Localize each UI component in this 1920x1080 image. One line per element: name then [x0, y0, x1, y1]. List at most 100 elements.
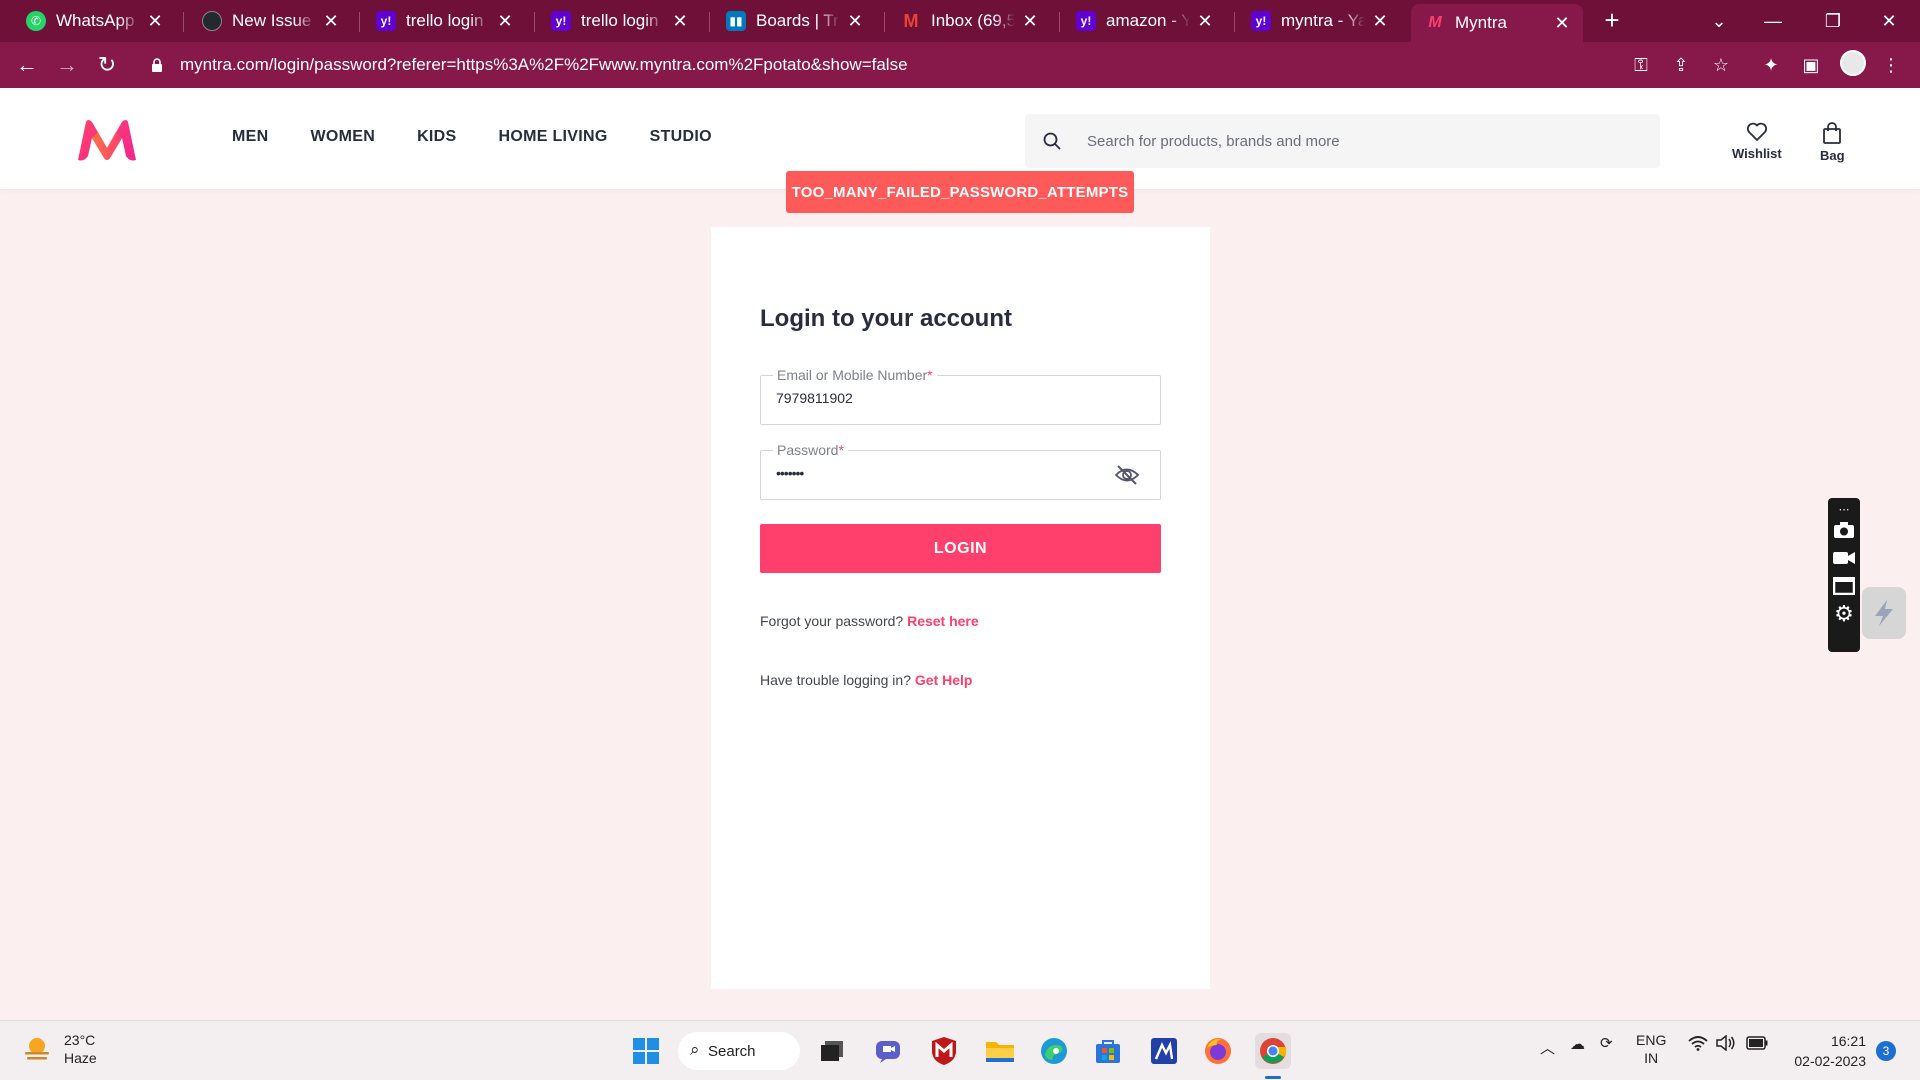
wifi-icon[interactable] [1688, 1035, 1708, 1055]
close-tab-icon[interactable]: ✕ [671, 11, 689, 32]
reload-icon[interactable]: ↻ [92, 50, 122, 80]
tab-search-icon[interactable]: ⌄ [1696, 0, 1742, 42]
reset-here-link[interactable]: Reset here [907, 613, 979, 629]
email-input[interactable] [776, 390, 1116, 406]
taskbar-search[interactable]: ⌕ Search [678, 1032, 800, 1070]
forward-icon[interactable]: → [52, 50, 82, 80]
new-tab-button[interactable]: + [1598, 6, 1626, 34]
login-button[interactable]: LOGIN [760, 524, 1161, 573]
capture-app-launcher[interactable] [1862, 587, 1906, 639]
window-capture-icon[interactable] [1831, 572, 1857, 600]
browser-tab-github[interactable]: New Issue · Hi ✕ [188, 4, 352, 38]
whatsapp-icon: ✆ [26, 11, 46, 31]
edge-browser-icon[interactable] [1036, 1033, 1072, 1069]
close-tab-icon[interactable]: ✕ [1371, 11, 1389, 32]
yahoo-icon: y! [551, 11, 571, 31]
nav-home-living[interactable]: HOME LIVING [499, 128, 608, 146]
eye-hidden-icon[interactable] [1114, 464, 1140, 486]
browser-tab-myntra[interactable]: M Myntra ✕ [1411, 4, 1583, 42]
extensions-icon[interactable]: ✦ [1760, 54, 1782, 76]
lock-icon [152, 58, 162, 72]
menu-kebab-icon[interactable]: ⋮ [1880, 54, 1902, 76]
browser-tab-gmail[interactable]: M Inbox (69,553) ✕ [887, 4, 1051, 38]
required-mark: * [927, 367, 933, 383]
video-camera-icon[interactable] [1831, 544, 1857, 572]
file-explorer-icon[interactable] [982, 1033, 1018, 1069]
close-tab-icon[interactable]: ✕ [1553, 13, 1571, 34]
clock-date: 02-02-2023 [1794, 1053, 1866, 1069]
camera-icon[interactable] [1831, 516, 1857, 544]
windows-start-icon[interactable] [628, 1033, 664, 1069]
nav-studio[interactable]: STUDIO [650, 128, 712, 146]
browser-tab-yahoo-trello-1[interactable]: y! trello login - Y ✕ [362, 4, 526, 38]
browser-tab-trello[interactable]: ▮▮ Boards | Trello ✕ [712, 4, 876, 38]
language-indicator[interactable]: ENG IN [1636, 1031, 1666, 1067]
nav-kids[interactable]: KIDS [417, 128, 456, 146]
side-panel-icon[interactable]: ▣ [1800, 54, 1822, 76]
github-icon [202, 11, 222, 31]
search-icon: ⌕ [690, 1040, 700, 1059]
close-tab-icon[interactable]: ✕ [496, 11, 514, 32]
bookmark-star-icon[interactable]: ☆ [1710, 54, 1732, 76]
active-app-indicator [1265, 1076, 1281, 1079]
close-tab-icon[interactable]: ✕ [1196, 11, 1214, 32]
teams-chat-icon[interactable] [870, 1033, 906, 1069]
password-label: Password* [773, 442, 848, 458]
close-window-icon[interactable]: ✕ [1866, 0, 1912, 42]
browser-tab-yahoo-myntra[interactable]: y! myntra - Yaho ✕ [1237, 4, 1401, 38]
share-icon[interactable]: ⇪ [1670, 54, 1692, 76]
close-tab-icon[interactable]: ✕ [322, 11, 340, 32]
email-label: Email or Mobile Number* [773, 367, 937, 383]
password-field[interactable]: Password* [760, 442, 1161, 500]
minimize-icon[interactable]: — [1750, 0, 1796, 42]
profile-avatar[interactable] [1840, 50, 1866, 76]
task-view-icon[interactable] [814, 1033, 850, 1069]
tab-title: Myntra [1455, 13, 1507, 32]
browser-tab-yahoo-trello-2[interactable]: y! trello login - Y ✕ [537, 4, 701, 38]
browser-tab-yahoo-amazon[interactable]: y! amazon - Yaho ✕ [1062, 4, 1226, 38]
nav-men[interactable]: MEN [232, 128, 268, 146]
browser-tab-whatsapp[interactable]: ✆ WhatsApp ✕ [12, 4, 176, 38]
required-mark: * [838, 442, 844, 458]
math-app-icon[interactable] [1146, 1033, 1182, 1069]
tab-title: amazon - Yaho [1106, 11, 1190, 30]
search-input[interactable] [1079, 132, 1660, 150]
search-icon[interactable] [1025, 114, 1079, 168]
myntra-logo[interactable] [76, 118, 138, 162]
onedrive-cloud-icon[interactable]: ☁ [1570, 1035, 1585, 1053]
wishlist-button[interactable]: Wishlist [1732, 122, 1782, 161]
bag-label: Bag [1820, 148, 1845, 163]
battery-icon[interactable] [1746, 1036, 1768, 1054]
url-omnibox[interactable]: myntra.com/login/password?referer=https%… [140, 48, 1730, 82]
email-field[interactable]: Email or Mobile Number* [760, 367, 1161, 425]
back-icon[interactable]: ← [12, 50, 42, 80]
nav-women[interactable]: WOMEN [310, 128, 375, 146]
chrome-icon[interactable] [1255, 1033, 1291, 1069]
weather-widget[interactable]: 23°C Haze [22, 1031, 97, 1067]
microsoft-store-icon[interactable] [1090, 1033, 1126, 1069]
more-icon[interactable]: ⋯ [1831, 502, 1857, 516]
close-tab-icon[interactable]: ✕ [846, 11, 864, 32]
restore-icon[interactable]: ❐ [1810, 0, 1856, 42]
taskbar-clock[interactable]: 16:21 02-02-2023 [1786, 1031, 1866, 1071]
bag-button[interactable]: Bag [1820, 122, 1845, 163]
notification-badge[interactable]: 3 [1876, 1041, 1896, 1061]
sync-icon[interactable]: ⟳ [1600, 1034, 1613, 1052]
login-title: Login to your account [760, 305, 1012, 332]
tab-separator [709, 12, 710, 32]
forgot-text: Forgot your password? [760, 613, 904, 629]
close-tab-icon[interactable]: ✕ [1021, 11, 1039, 32]
capture-toolbar: ⋯ ⚙ [1828, 498, 1860, 652]
volume-icon[interactable] [1716, 1034, 1736, 1055]
trello-icon: ▮▮ [726, 11, 746, 31]
close-tab-icon[interactable]: ✕ [146, 11, 164, 32]
password-key-icon[interactable]: ⚿ [1630, 54, 1652, 76]
get-help-link[interactable]: Get Help [915, 672, 973, 688]
gmail-icon: M [903, 10, 919, 31]
password-input[interactable] [776, 465, 1116, 481]
show-hidden-icons-chevron-icon[interactable]: ︿ [1540, 1037, 1555, 1058]
mcafee-icon[interactable] [926, 1033, 962, 1069]
tab-separator [884, 12, 885, 32]
firefox-icon[interactable] [1200, 1033, 1236, 1069]
settings-gear-icon[interactable]: ⚙ [1831, 600, 1857, 628]
